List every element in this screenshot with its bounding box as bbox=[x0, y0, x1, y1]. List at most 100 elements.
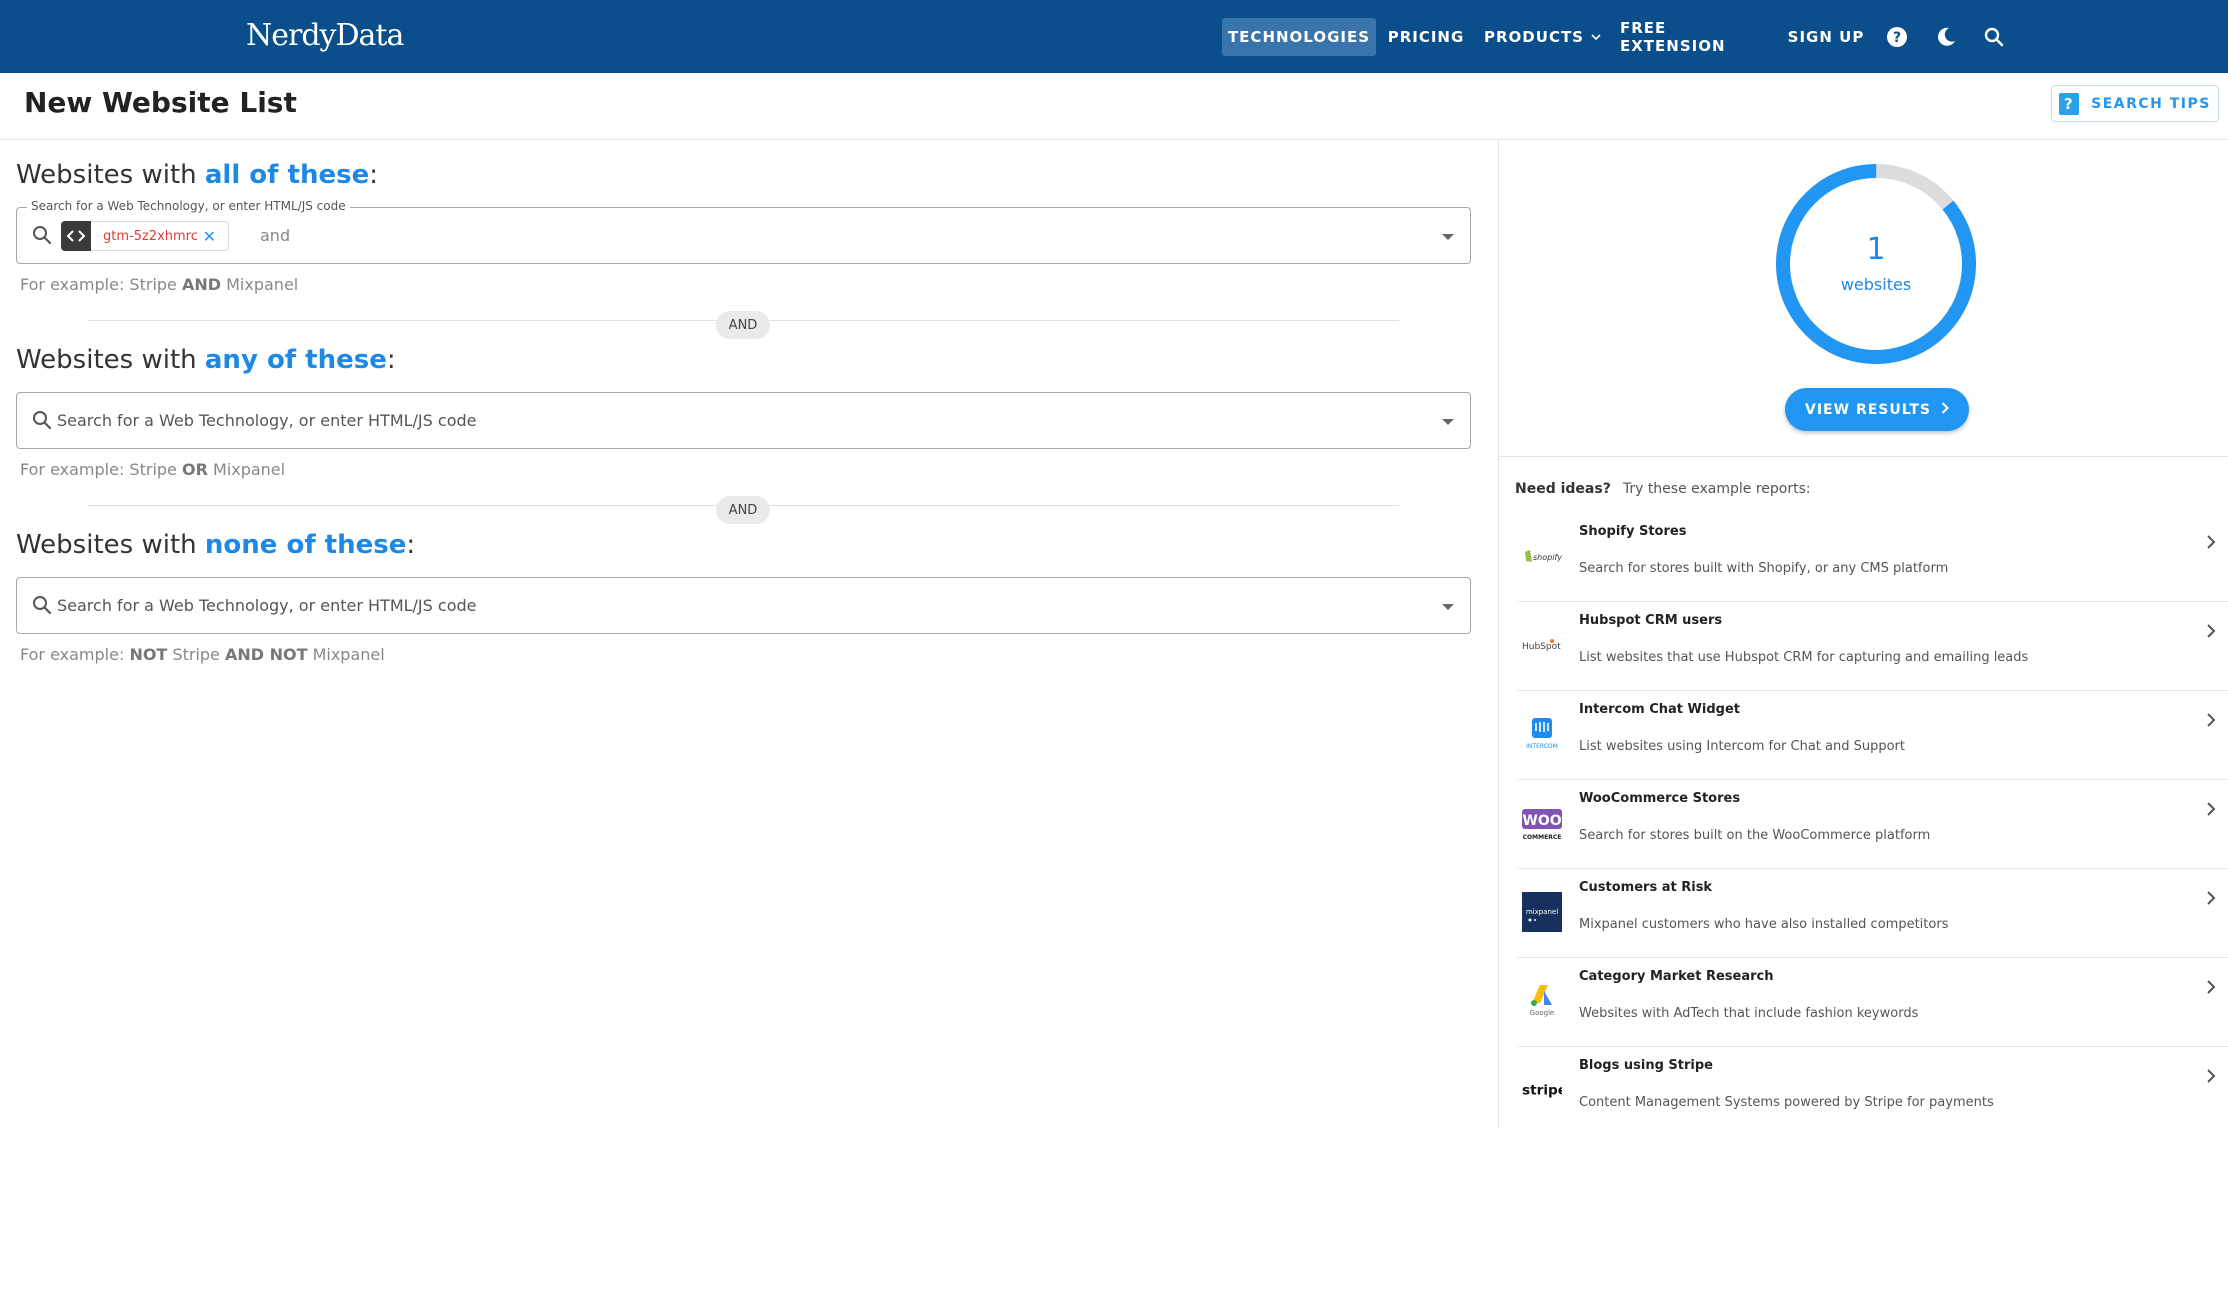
page-title: New Website List bbox=[24, 86, 297, 119]
field-legend: Search for a Web Technology, or enter HT… bbox=[27, 199, 350, 213]
heading-prefix: Websites with bbox=[16, 345, 205, 375]
report-description: Websites with AdTech that include fashio… bbox=[1579, 1006, 1919, 1021]
report-description: List websites using Intercom for Chat an… bbox=[1579, 739, 1905, 754]
search-icon bbox=[32, 410, 54, 432]
report-item-intercom[interactable]: INTERCOM Intercom Chat Widget List websi… bbox=[1499, 691, 2228, 780]
example-part: For example: bbox=[20, 645, 130, 664]
and-operator-badge: AND bbox=[716, 496, 770, 524]
google-adsense-logo-icon: Google bbox=[1522, 981, 1562, 1021]
report-title: Customers at Risk bbox=[1579, 880, 1713, 895]
any-of-these-heading: Websites with any of these: bbox=[16, 345, 396, 375]
report-description: List websites that use Hubspot CRM for c… bbox=[1579, 650, 2029, 665]
report-item-hubspot[interactable]: HubSpot Hubspot CRM users List websites … bbox=[1499, 602, 2228, 691]
example-operator: AND bbox=[181, 275, 222, 294]
ideas-sub: Try these example reports: bbox=[1622, 481, 1811, 497]
none-example-text: For example: NOT Stripe AND NOT Mixpanel bbox=[20, 645, 385, 664]
code-icon bbox=[61, 221, 91, 251]
all-example-text: For example: Stripe AND Mixpanel bbox=[20, 275, 298, 294]
chevron-right-icon bbox=[2206, 800, 2216, 821]
svg-text:stripe: stripe bbox=[1522, 1083, 1562, 1099]
example-part: Mixpanel bbox=[307, 645, 385, 664]
chevron-down-icon bbox=[1591, 31, 1601, 44]
chevron-right-icon bbox=[2206, 978, 2216, 999]
close-icon[interactable]: ✕ bbox=[203, 227, 216, 247]
chevron-right-icon bbox=[2206, 889, 2216, 910]
search-icon bbox=[32, 595, 54, 617]
example-part: For example: Stripe bbox=[20, 460, 182, 479]
dark-mode-icon[interactable] bbox=[1934, 25, 1958, 49]
search-placeholder: Search for a Web Technology, or enter HT… bbox=[57, 596, 477, 615]
nav-products-label: PRODUCTS bbox=[1484, 28, 1584, 46]
report-item-woocommerce[interactable]: WOO COMMERCE WooCommerce Stores Search fo… bbox=[1499, 780, 2228, 869]
heading-prefix: Websites with bbox=[16, 160, 205, 190]
divider bbox=[1499, 456, 2228, 457]
report-description: Search for stores built with Shopify, or… bbox=[1579, 561, 1949, 576]
search-tips-label: SEARCH TIPS bbox=[2091, 95, 2211, 112]
search-icon[interactable] bbox=[1982, 25, 2006, 49]
nav-technologies[interactable]: TECHNOLOGIES bbox=[1222, 18, 1376, 56]
all-of-these-heading: Websites with all of these: bbox=[16, 160, 378, 190]
dropdown-arrow-icon[interactable] bbox=[1442, 234, 1454, 240]
nav-products[interactable]: PRODUCTS bbox=[1484, 18, 1601, 56]
none-of-these-heading: Websites with none of these: bbox=[16, 530, 415, 560]
nav-pricing[interactable]: PRICING bbox=[1385, 18, 1467, 56]
shopify-logo-icon: shopify bbox=[1522, 536, 1562, 576]
heading-suffix: : bbox=[406, 530, 416, 560]
view-results-button[interactable]: VIEW RESULTS bbox=[1785, 388, 1969, 431]
report-item-mixpanel[interactable]: mixpanel Customers at Risk Mixpanel cust… bbox=[1499, 869, 2228, 958]
view-results-label: VIEW RESULTS bbox=[1805, 401, 1931, 418]
dropdown-arrow-icon[interactable] bbox=[1442, 419, 1454, 425]
svg-text:?: ? bbox=[1893, 30, 1901, 46]
heading-emphasis: none of these bbox=[204, 530, 407, 560]
svg-text:WOO: WOO bbox=[1522, 813, 1561, 829]
example-part: Mixpanel bbox=[207, 460, 286, 479]
woocommerce-logo-icon: WOO COMMERCE bbox=[1522, 803, 1562, 843]
any-of-these-input[interactable]: Search for a Web Technology, or enter HT… bbox=[16, 392, 1471, 449]
nerdydata-logo[interactable]: NerdyData bbox=[246, 18, 404, 53]
help-icon[interactable]: ? bbox=[1885, 25, 1909, 49]
nav-free-extension[interactable]: FREE EXTENSION bbox=[1620, 18, 1770, 56]
and-operator-badge: AND bbox=[716, 311, 770, 339]
nav-free-extension-label: FREE EXTENSION bbox=[1620, 19, 1726, 55]
any-example-text: For example: Stripe OR Mixpanel bbox=[20, 460, 285, 479]
heading-prefix: Websites with bbox=[16, 530, 205, 560]
example-part: For example: Stripe bbox=[20, 275, 182, 294]
dropdown-arrow-icon[interactable] bbox=[1442, 604, 1454, 610]
chevron-right-icon bbox=[2206, 711, 2216, 732]
svg-text:COMMERCE: COMMERCE bbox=[1523, 834, 1562, 841]
example-operator: NOT bbox=[129, 645, 168, 664]
technology-chip[interactable]: gtm-5z2xhmrc ✕ bbox=[61, 221, 229, 251]
chevron-right-icon bbox=[1941, 401, 1949, 418]
report-item-google-adsense[interactable]: Google Category Market Research Websites… bbox=[1499, 958, 2228, 1047]
chevron-right-icon bbox=[2206, 1067, 2216, 1088]
search-tips-button[interactable]: ? SEARCH TIPS bbox=[2051, 85, 2219, 122]
ideas-label: Need ideas? bbox=[1515, 481, 1611, 497]
help-icon: ? bbox=[2059, 92, 2080, 115]
stripe-logo-icon: stripe bbox=[1522, 1070, 1562, 1110]
none-of-these-input[interactable]: Search for a Web Technology, or enter HT… bbox=[16, 577, 1471, 634]
svg-text:INTERCOM: INTERCOM bbox=[1526, 743, 1558, 750]
search-placeholder: Search for a Web Technology, or enter HT… bbox=[57, 411, 477, 430]
svg-text:HubSpot: HubSpot bbox=[1522, 642, 1561, 652]
report-title: Category Market Research bbox=[1579, 969, 1774, 984]
report-description: Search for stores built on the WooCommer… bbox=[1579, 828, 1931, 843]
heading-suffix: : bbox=[386, 345, 396, 375]
nav-sign-up[interactable]: SIGN UP bbox=[1783, 18, 1869, 56]
report-item-stripe[interactable]: stripe Blogs using Stripe Content Manage… bbox=[1499, 1047, 2228, 1136]
report-title: Blogs using Stripe bbox=[1579, 1058, 1713, 1073]
report-title: Shopify Stores bbox=[1579, 524, 1687, 539]
report-description: Content Management Systems powered by St… bbox=[1579, 1095, 1994, 1110]
results-unit: websites bbox=[1840, 275, 1912, 294]
report-description: Mixpanel customers who have also install… bbox=[1579, 917, 1949, 932]
heading-emphasis: any of these bbox=[204, 345, 387, 375]
nav-sign-up-label: SIGN UP bbox=[1787, 28, 1865, 46]
nav-technologies-label: TECHNOLOGIES bbox=[1227, 28, 1371, 46]
results-count: 1 bbox=[1866, 232, 1886, 267]
all-of-these-input[interactable]: Search for a Web Technology, or enter HT… bbox=[16, 199, 1471, 264]
top-navbar: NerdyData TECHNOLOGIES PRICING PRODUCTS … bbox=[0, 0, 2228, 73]
report-title: WooCommerce Stores bbox=[1579, 791, 1741, 806]
svg-text:mixpanel: mixpanel bbox=[1526, 908, 1558, 916]
report-item-shopify[interactable]: shopify Shopify Stores Search for stores… bbox=[1499, 513, 2228, 602]
chevron-right-icon bbox=[2206, 533, 2216, 554]
example-part: Mixpanel bbox=[221, 275, 299, 294]
